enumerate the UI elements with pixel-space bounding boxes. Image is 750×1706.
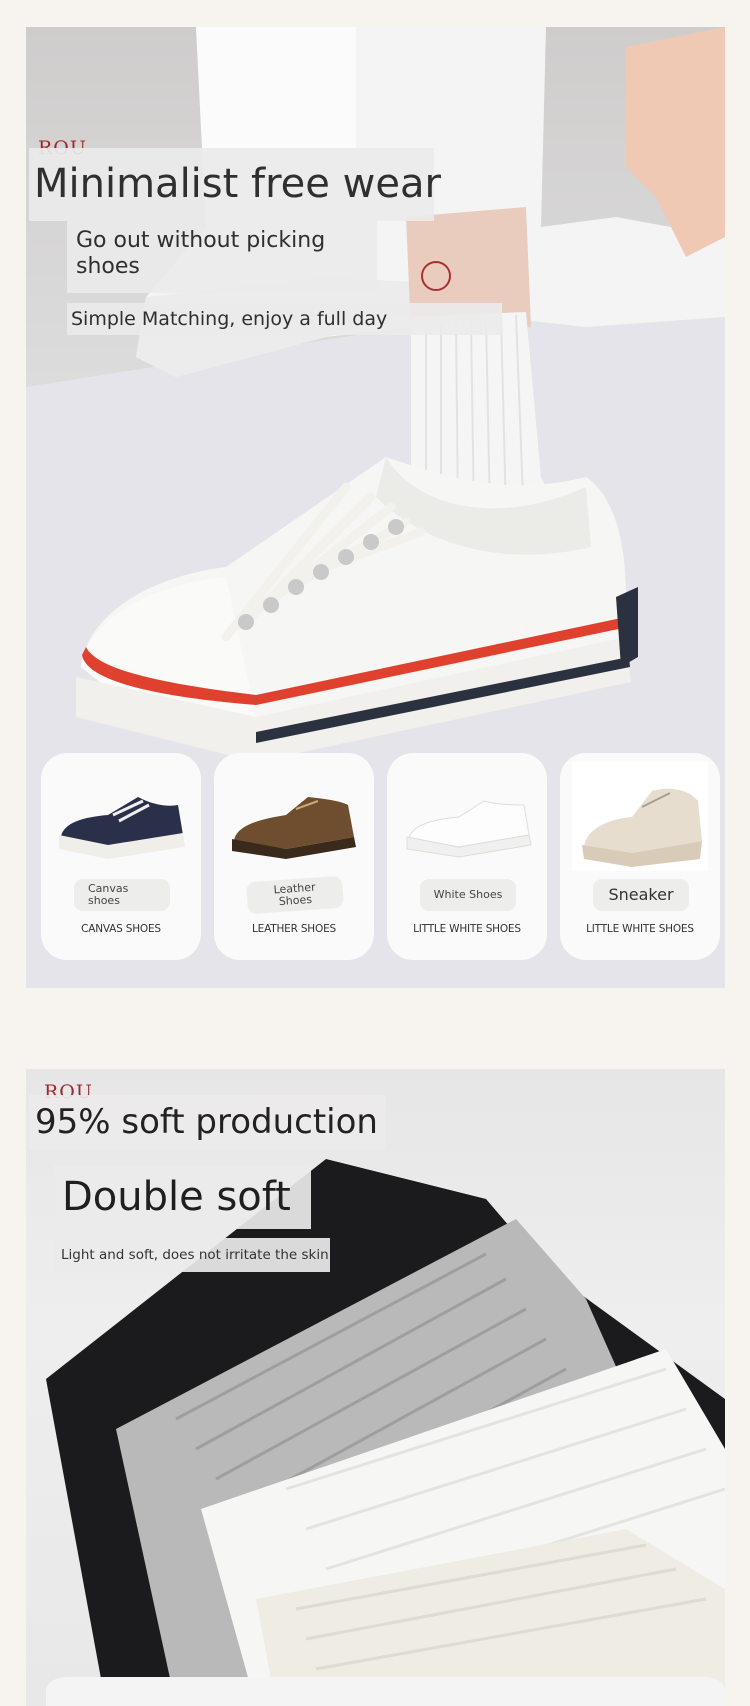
leather-shoe-thumbnail (232, 797, 356, 859)
card-caption: LITTLE WHITE SHOES (586, 923, 694, 935)
hero-subline-line-1: Go out without picking (76, 228, 326, 253)
card-pill: Leather Shoes (246, 875, 344, 915)
card-caption: CANVAS SHOES (81, 923, 161, 935)
white-shoe-thumbnail (406, 800, 532, 858)
hero-subline: Go out without picking shoes (67, 221, 377, 293)
card-pill: White Shoes (420, 879, 516, 911)
card-caption: LITTLE WHITE SHOES (413, 923, 521, 935)
hero-tagline: Simple Matching, enjoy a full day (67, 303, 502, 335)
card-pill: Canvas shoes (74, 879, 170, 911)
card-caption: LEATHER SHOES (252, 923, 336, 935)
card-pill: Sneaker (593, 879, 689, 911)
card-sneaker[interactable]: Sneaker LITTLE WHITE SHOES (560, 753, 720, 960)
card-canvas-shoes[interactable]: Canvas shoes CANVAS SHOES (41, 753, 201, 960)
socks-title: Double soft (54, 1165, 311, 1229)
canvas-shoe-thumbnail (59, 797, 185, 859)
card-leather-shoes[interactable]: Leather Shoes LEATHER SHOES (214, 753, 374, 960)
socks-headline: 95% soft production (29, 1095, 386, 1150)
sneaker-thumbnail (572, 761, 708, 871)
socks-banner: ROU 95% soft production Double soft Ligh… (26, 1069, 725, 1706)
card-white-shoes[interactable]: White Shoes LITTLE WHITE SHOES (387, 753, 547, 960)
hero-headline: Minimalist free wear (29, 148, 441, 221)
hero-subline-line-2: shoes (76, 254, 140, 279)
socks-description: Light and soft, does not irritate the sk… (54, 1238, 330, 1272)
hero-banner: ROU Minimalist free wear Go out without … (26, 27, 725, 988)
